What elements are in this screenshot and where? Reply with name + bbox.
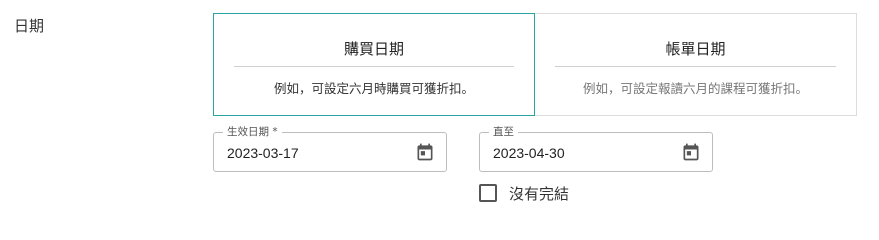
date-type-options: 購買日期 例如，可設定六月時購買可獲折扣。 帳單日期 例如，可設定報讀六月的課程… xyxy=(213,13,857,116)
start-date-field: 生效日期 * xyxy=(213,125,447,172)
option-divider xyxy=(234,66,514,67)
calendar-icon[interactable] xyxy=(415,142,435,162)
end-date-field: 直至 xyxy=(479,125,713,172)
option-divider xyxy=(555,66,836,67)
option-billing-date[interactable]: 帳單日期 例如，可設定報讀六月的課程可獲折扣。 xyxy=(535,13,857,116)
end-date-input[interactable] xyxy=(493,145,663,161)
date-settings-panel: 日期 購買日期 例如，可設定六月時購買可獲折扣。 帳單日期 例如，可設定報讀六月… xyxy=(0,0,879,219)
no-end-label: 沒有完結 xyxy=(509,184,570,203)
end-date-legend: 直至 xyxy=(489,125,518,139)
option-purchase-date[interactable]: 購買日期 例如，可設定六月時購買可獲折扣。 xyxy=(213,13,535,116)
start-date-legend: 生效日期 * xyxy=(223,125,282,139)
option-description: 例如，可設定六月時購買可獲折扣。 xyxy=(273,81,474,96)
option-title: 帳單日期 xyxy=(665,40,726,58)
start-date-input[interactable] xyxy=(227,145,397,161)
option-description: 例如，可設定報讀六月的課程可獲折扣。 xyxy=(582,81,808,96)
no-end-checkbox[interactable] xyxy=(479,184,497,202)
no-end-row: 沒有完結 xyxy=(479,182,569,204)
option-title: 購買日期 xyxy=(343,40,404,58)
calendar-icon[interactable] xyxy=(681,142,701,162)
section-label: 日期 xyxy=(14,17,45,35)
